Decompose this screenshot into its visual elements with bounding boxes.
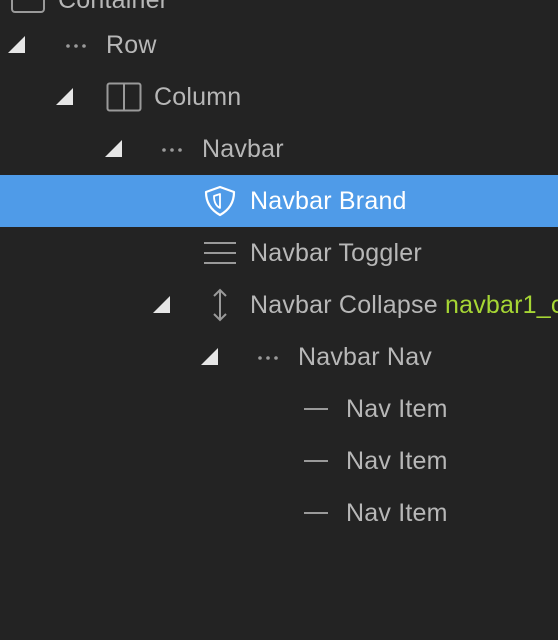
expand-arrow-icon[interactable]: [56, 88, 73, 105]
dash-icon: [304, 408, 328, 410]
tree-item-navbar-toggler[interactable]: Navbar Toggler: [0, 227, 558, 279]
tree-item-navbar-collapse[interactable]: Navbar Collapse navbar1_c: [0, 279, 558, 331]
expand-arrow-icon[interactable]: [201, 348, 218, 365]
tree-item-label: Row: [106, 31, 157, 59]
container-icon: [11, 0, 45, 13]
tree-item-row[interactable]: Row: [0, 19, 558, 71]
dots-icon: [258, 356, 278, 360]
tree-item-column[interactable]: Column: [0, 71, 558, 123]
expand-arrow-icon[interactable]: [8, 36, 25, 53]
dash-icon: [304, 512, 328, 514]
tree-item-label: Nav Item: [346, 499, 448, 527]
tree-item-navbar[interactable]: Navbar: [0, 123, 558, 175]
dots-icon: [66, 44, 86, 48]
expand-arrow-icon[interactable]: [153, 296, 170, 313]
tree-item-nav-item[interactable]: Nav Item: [0, 435, 558, 487]
tree-item-label: Navbar: [202, 135, 284, 163]
column-layout-icon: [106, 82, 142, 112]
tree-item-label: Nav Item: [346, 395, 448, 423]
shield-icon: [204, 185, 236, 217]
tree-item-navbar-brand[interactable]: Navbar Brand: [0, 175, 558, 227]
element-id-tag: navbar1_c: [444, 291, 558, 319]
tree-item-label: Navbar Toggler: [250, 239, 422, 267]
tree-item-nav-item[interactable]: Nav Item: [0, 383, 558, 435]
hamburger-icon: [204, 242, 236, 264]
expand-arrow-icon[interactable]: [105, 140, 122, 157]
tree-item-nav-item[interactable]: Nav Item: [0, 487, 558, 539]
dots-icon: [162, 148, 182, 152]
tree-item-label: Navbar Nav: [298, 343, 432, 371]
element-tree-panel: Container Row Column Navbar Navbar Brand…: [0, 0, 558, 640]
dash-icon: [304, 460, 328, 462]
tree-item-label: Navbar Collapse navbar1_c: [250, 279, 558, 331]
tree-item-label: Navbar Brand: [250, 187, 407, 215]
vertical-resize-icon: [213, 288, 227, 322]
tree-item-label-text: Navbar Collapse: [250, 291, 438, 319]
tree-item-label: Column: [154, 83, 242, 111]
tree-item-navbar-nav[interactable]: Navbar Nav: [0, 331, 558, 383]
tree-item-label: Nav Item: [346, 447, 448, 475]
